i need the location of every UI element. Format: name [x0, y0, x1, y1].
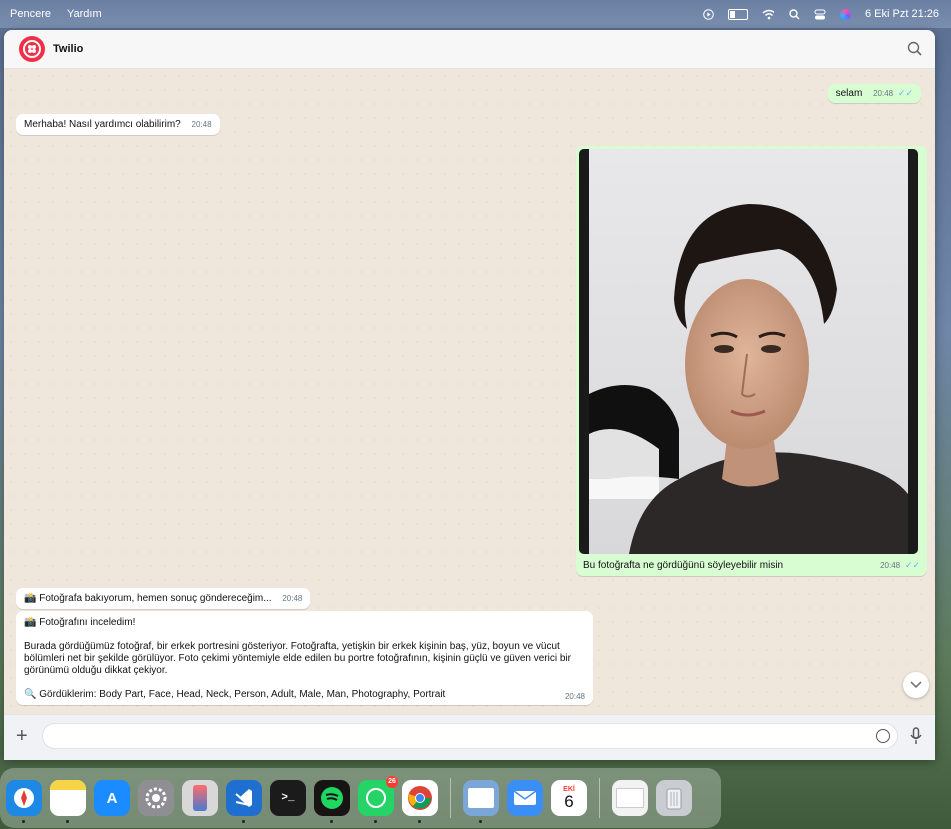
battery-icon[interactable] — [728, 8, 748, 20]
message-incoming[interactable]: 📸 Fotoğrafa bakıyorum, hemen sonuç gönde… — [16, 588, 311, 609]
message-text: selam — [835, 88, 863, 99]
dock-calendar[interactable]: EKİ 6 — [551, 780, 587, 816]
message-incoming[interactable]: Merhaba! Nasıl yardımcı olabilirim? 20:4… — [16, 114, 220, 135]
analysis-heading: 📸 Fotoğrafını inceledim! — [24, 617, 136, 628]
chat-header[interactable]: Twilio — [4, 30, 935, 69]
image-caption: Bu fotoğrafta ne gördüğünü söyleyebilir … — [583, 560, 784, 571]
emoji-icon[interactable] — [876, 729, 890, 743]
dock-spotify[interactable] — [314, 780, 350, 823]
spotlight-icon[interactable] — [788, 8, 800, 20]
microphone-icon[interactable] — [910, 727, 922, 750]
message-incoming-analysis[interactable]: 📸 Fotoğrafını inceledim! Burada gördüğüm… — [16, 611, 593, 705]
calendar-day: 6 — [564, 792, 574, 811]
analysis-description: Burada gördüğümüz fotoğraf, bir erkek po… — [24, 641, 571, 676]
dock-document[interactable] — [612, 780, 648, 816]
dock-notes[interactable] — [50, 780, 86, 823]
dock-app-store[interactable]: A — [94, 780, 130, 816]
message-input[interactable] — [42, 723, 898, 749]
dock: A >_ 26 EKİ 6 — [0, 768, 721, 828]
analysis-tags: 🔍 Gördüklerim: Body Part, Face, Head, Ne… — [24, 689, 446, 700]
dock-vscode[interactable] — [226, 780, 262, 823]
menu-yardim[interactable]: Yardım — [67, 8, 102, 20]
dock-preview[interactable] — [463, 780, 499, 823]
message-text: 📸 Fotoğrafa bakıyorum, hemen sonuç gönde… — [24, 593, 272, 604]
control-center-icon[interactable] — [814, 8, 826, 20]
menu-clock[interactable]: 6 Eki Pzt 21:26 — [865, 8, 939, 20]
message-text: Merhaba! Nasıl yardımcı olabilirim? — [24, 119, 181, 130]
menu-pencere[interactable]: Pencere — [10, 8, 51, 20]
message-time: 20:48 — [880, 561, 901, 570]
contact-name[interactable]: Twilio — [53, 43, 83, 55]
menu-bar: Pencere Yardım 6 Eki Pzt 21:26 — [0, 0, 951, 28]
message-list[interactable]: selam 20:48 ✓✓ Merhaba! Nasıl yardımcı o… — [4, 69, 935, 714]
message-composer: + — [4, 714, 935, 760]
wifi-icon[interactable] — [762, 8, 774, 20]
siri-icon[interactable] — [840, 8, 851, 20]
read-receipt-icon: ✓✓ — [904, 560, 920, 570]
dock-terminal[interactable]: >_ — [270, 780, 306, 816]
attach-plus-icon[interactable]: + — [16, 726, 28, 746]
read-receipt-icon: ✓✓ — [897, 88, 913, 98]
message-time: 20:48 — [282, 594, 303, 603]
message-time: 20:48 — [564, 692, 585, 701]
search-icon[interactable] — [907, 41, 923, 57]
scroll-down-button[interactable] — [903, 672, 929, 698]
message-outgoing[interactable]: selam 20:48 ✓✓ — [827, 84, 921, 103]
dock-mail[interactable] — [507, 780, 543, 816]
dock-trash[interactable] — [656, 780, 692, 816]
dock-safari[interactable] — [6, 780, 42, 823]
dock-iphone-mirroring[interactable] — [182, 780, 218, 816]
portrait-photo[interactable] — [579, 149, 918, 554]
play-icon[interactable] — [702, 8, 714, 20]
message-time: 20:48 — [191, 120, 212, 129]
dock-chrome[interactable] — [402, 780, 438, 823]
dock-system-settings[interactable] — [138, 780, 174, 816]
whatsapp-badge: 26 — [386, 776, 398, 788]
whatsapp-window: Twilio selam 20:48 ✓✓ Merhaba! Nasıl yar… — [4, 30, 935, 760]
contact-avatar[interactable] — [19, 36, 45, 62]
dock-whatsapp[interactable]: 26 — [358, 776, 398, 823]
message-outgoing-image[interactable]: Bu fotoğrafta ne gördüğünü söyleyebilir … — [576, 146, 927, 576]
message-time: 20:48 — [873, 89, 894, 98]
